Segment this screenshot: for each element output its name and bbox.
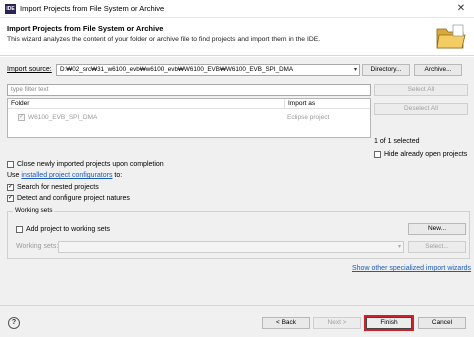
add-to-working-sets-label: Add project to working sets — [26, 226, 111, 233]
app-icon: IDE — [5, 4, 16, 14]
hide-open-label: Hide already open projects — [384, 151, 468, 158]
new-working-set-button[interactable]: New... — [408, 223, 466, 235]
search-nested-label: Search for nested projects — [17, 184, 99, 191]
working-sets-group: Working sets Add project to working sets… — [7, 207, 470, 259]
select-all-button[interactable]: Select All — [374, 84, 468, 96]
configurators-line: Use installed project configurators to: — [7, 172, 122, 179]
wizard-header: Import Projects from File System or Arch… — [0, 19, 474, 56]
directory-button[interactable]: Directory... — [362, 64, 410, 76]
wizard-body: Import source: D:₩02_src₩31_w6100_evb₩w6… — [0, 57, 474, 305]
folder-icon — [436, 24, 466, 49]
window-title: Import Projects from File System or Arch… — [20, 4, 165, 13]
next-button[interactable]: Next > — [313, 317, 361, 329]
working-sets-group-label: Working sets — [13, 207, 55, 214]
search-nested-checkbox[interactable]: ✓ — [7, 184, 14, 191]
add-to-working-sets-checkbox[interactable] — [16, 226, 23, 233]
chevron-down-icon[interactable]: ▾ — [354, 65, 357, 75]
wizard-footer: ? < Back Next > Finish Cancel — [0, 305, 474, 337]
finish-highlight-box — [364, 315, 414, 331]
window-titlebar: IDE Import Projects from File System or … — [0, 0, 474, 18]
working-sets-combo[interactable]: ▾ — [58, 241, 404, 253]
hide-open-checkbox[interactable] — [374, 151, 381, 158]
project-checkbox[interactable]: ✓ — [18, 114, 25, 121]
help-icon[interactable]: ? — [8, 317, 20, 329]
detect-natures-checkbox[interactable]: ✓ — [7, 195, 14, 202]
column-header-import-as[interactable]: Import as — [288, 100, 315, 107]
detect-natures-label: Detect and configure project natures — [17, 195, 130, 202]
project-folder-cell[interactable]: W6100_EVB_SPI_DMA — [28, 114, 97, 121]
selection-count: 1 of 1 selected — [374, 138, 420, 145]
column-divider — [284, 99, 285, 109]
project-import-as-cell: Eclipse project — [287, 114, 330, 121]
table-header: Folder Import as — [8, 99, 370, 109]
close-newly-checkbox[interactable] — [7, 161, 14, 168]
column-header-folder[interactable]: Folder — [11, 100, 29, 107]
close-icon[interactable]: ✕ — [454, 2, 468, 16]
use-text: Use — [7, 172, 20, 179]
import-source-label: Import source: — [7, 66, 52, 73]
chevron-down-icon[interactable]: ▾ — [398, 242, 401, 252]
select-working-set-button[interactable]: Select... — [408, 241, 466, 253]
import-source-combo[interactable]: D:₩02_src₩31_w6100_evb₩w6100_evb₩W6100_E… — [56, 64, 360, 76]
page-description: This wizard analyzes the content of your… — [7, 36, 321, 43]
import-source-value: D:₩02_src₩31_w6100_evb₩w6100_evb₩W6100_E… — [60, 66, 294, 73]
back-button[interactable]: < Back — [262, 317, 310, 329]
working-sets-label: Working sets: — [16, 243, 59, 250]
filter-input[interactable]: type filter text — [7, 84, 371, 96]
close-newly-label: Close newly imported projects upon compl… — [17, 161, 164, 168]
to-text: to: — [114, 172, 123, 179]
deselect-all-button[interactable]: Deselect All — [374, 103, 468, 115]
specialized-wizards-link[interactable]: Show other specialized import wizards — [352, 265, 471, 272]
installed-configurators-link[interactable]: installed project configurators — [21, 172, 112, 179]
projects-table: Folder Import as ✓ W6100_EVB_SPI_DMA Ecl… — [7, 98, 371, 138]
cancel-button[interactable]: Cancel — [418, 317, 466, 329]
page-title: Import Projects from File System or Arch… — [7, 24, 164, 33]
archive-button[interactable]: Archive... — [414, 64, 462, 76]
